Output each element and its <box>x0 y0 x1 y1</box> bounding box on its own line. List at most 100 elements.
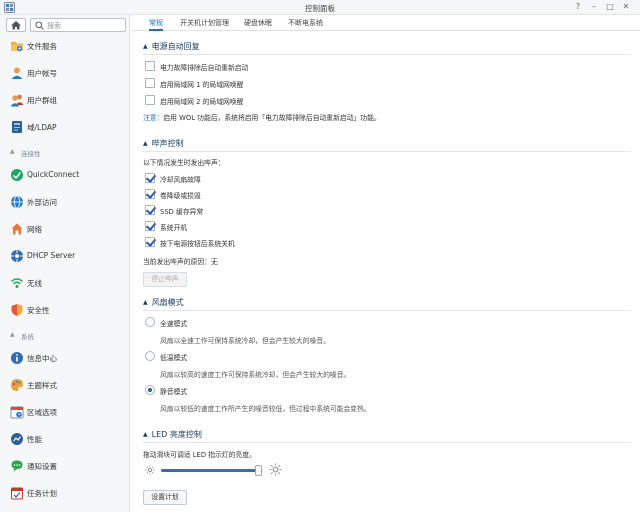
section-title: 电源自动回复 <box>151 42 200 51</box>
sidebar-item-performance[interactable]: 性能 <box>0 429 129 449</box>
beep-ssd-cache-checkbox[interactable] <box>145 205 155 215</box>
sidebar-item-label: DHCP Server <box>27 251 76 260</box>
sidebar-item-theme[interactable]: 主题样式 <box>0 375 129 395</box>
set-schedule-button[interactable]: 设置计划 <box>143 490 187 505</box>
sidebar-item-file-services[interactable]: 文件服务 <box>0 36 129 56</box>
option-label: 启用局域网 2 的局域网唤醒 <box>160 98 244 106</box>
sidebar-item-network[interactable]: 网络 <box>0 219 129 239</box>
wol-lan2-checkbox[interactable] <box>145 95 155 105</box>
sidebar-item-label: 主题样式 <box>27 381 57 390</box>
minimize-icon[interactable]: – <box>588 1 600 13</box>
sidebar-item-dhcp-server[interactable]: DHCP Server <box>0 246 129 266</box>
option-label: SSD 缓存异常 <box>160 208 204 216</box>
slider-thumb[interactable] <box>255 465 263 476</box>
auto-restart-checkbox[interactable] <box>145 61 155 71</box>
sidebar-item-security[interactable]: 安全性 <box>0 300 129 320</box>
search-icon <box>35 21 44 30</box>
sidebar-item-label: 性能 <box>27 435 42 444</box>
sidebar-section-system[interactable]: ▲ 系统 <box>0 329 129 341</box>
wol-lan1-checkbox[interactable] <box>145 78 155 88</box>
sidebar-item-regional-options[interactable]: 区域选项 <box>0 402 129 422</box>
beep-fan-failure-checkbox[interactable] <box>145 173 155 183</box>
sidebar-item-label: 用户群组 <box>27 96 57 105</box>
brightness-high-icon <box>269 463 282 476</box>
external-access-icon <box>11 195 23 209</box>
info-center-icon <box>11 352 23 364</box>
search-field[interactable] <box>30 18 126 32</box>
sidebar-item-notification[interactable]: 通知设置 <box>0 456 129 476</box>
tab-power-schedule[interactable]: 开关机计划管理 <box>180 18 229 31</box>
quickconnect-icon <box>11 169 23 181</box>
folder-share-icon <box>11 42 23 52</box>
sidebar-item-label: 安全性 <box>27 306 50 315</box>
window-title: 控制面板 <box>305 4 335 13</box>
home-icon <box>11 21 21 30</box>
sidebar-item-label: 通知设置 <box>27 462 57 471</box>
task-scheduler-icon <box>11 487 23 500</box>
option-label: 冷却风扇故障 <box>160 176 201 184</box>
sidebar-item-label: 外部访问 <box>27 198 57 207</box>
wireless-icon <box>10 278 24 288</box>
chevron-up-icon: ▲ <box>143 140 148 147</box>
section-beep-control-header[interactable]: ▲ 哔声控制 <box>143 138 184 149</box>
section-fan-mode-header[interactable]: ▲ 风扇模式 <box>143 297 184 308</box>
theme-palette-icon <box>11 379 23 391</box>
led-description: 拖动滑块可调适 LED 指示灯的亮度。 <box>143 451 256 459</box>
tab-hdd-hibernation[interactable]: 硬盘休眠 <box>244 18 272 31</box>
sidebar-item-domain-ldap[interactable]: 域/LDAP <box>0 117 129 137</box>
sidebar-item-user-groups[interactable]: 用户群组 <box>0 90 129 110</box>
tab-general[interactable]: 常规 <box>149 18 163 31</box>
note-text: 启用 WOL 功能后，系统将启用「电力故障排除后自动重新启动」功能。 <box>163 114 381 122</box>
option-label: 启用局域网 1 的局域网唤醒 <box>160 81 244 89</box>
help-icon[interactable]: ? <box>572 1 584 13</box>
fan-quiet-mode-radio[interactable] <box>145 385 155 395</box>
section-title: 风扇模式 <box>151 298 184 307</box>
section-divider <box>143 54 631 55</box>
sidebar-item-label: 网络 <box>27 225 42 234</box>
tab-ups[interactable]: 不断电系统 <box>288 18 323 31</box>
option-description: 风扇以全速工作可保持系统冷却，但会产生较大的噪音。 <box>160 337 330 345</box>
main-panel: ▲ 电源自动回复 电力故障排除后自动重新启动 启用局域网 1 的局域网唤醒 启用局… <box>131 31 640 512</box>
home-button[interactable] <box>6 18 26 32</box>
maximize-icon[interactable]: □ <box>604 1 616 13</box>
led-brightness-slider[interactable] <box>161 465 263 476</box>
section-title: 哔声控制 <box>151 139 184 148</box>
close-icon[interactable]: ✕ <box>620 1 632 13</box>
sidebar-section-connectivity[interactable]: ▲ 连接性 <box>0 146 129 158</box>
notification-icon <box>11 460 23 472</box>
fan-full-speed-radio[interactable] <box>145 317 155 327</box>
sidebar-section-label: 连接性 <box>21 150 41 158</box>
section-power-recovery-header[interactable]: ▲ 电源自动回复 <box>143 41 200 52</box>
chevron-up-icon: ▲ <box>143 299 148 306</box>
beep-volume-degraded-checkbox[interactable] <box>145 189 155 199</box>
note-label: 注意： <box>143 114 164 122</box>
sidebar-item-quickconnect[interactable]: QuickConnect <box>0 165 129 185</box>
sidebar-item-label: QuickConnect <box>27 170 80 179</box>
section-title: LED 亮度控制 <box>151 430 202 439</box>
sidebar-item-task-scheduler[interactable]: 任务计划 <box>0 483 129 503</box>
power-recovery-note: 注意：启用 WOL 功能后，系统将启用「电力故障排除后自动重新启动」功能。 <box>143 112 381 122</box>
option-label: 卷降级或损毁 <box>160 192 201 200</box>
fan-cool-mode-radio[interactable] <box>145 351 155 361</box>
sidebar-item-label: 用户帐号 <box>27 69 57 78</box>
stop-beep-button[interactable]: 停止哔声 <box>143 272 187 287</box>
option-label: 系统开机 <box>160 224 188 232</box>
beep-power-button-shutdown-checkbox[interactable] <box>145 237 155 247</box>
option-label: 按下电源按钮后系统关机 <box>160 240 235 248</box>
sidebar-item-info-center[interactable]: 信息中心 <box>0 348 129 368</box>
beep-intro: 以下情况发生时发出哔声： <box>143 159 225 167</box>
tab-bar: 常规 开关机计划管理 硬盘休眠 不断电系统 <box>131 15 640 31</box>
beep-system-boot-checkbox[interactable] <box>145 221 155 231</box>
option-label: 静音模式 <box>160 388 188 396</box>
sidebar-item-label: 任务计划 <box>27 489 57 498</box>
sidebar-item-label: 域/LDAP <box>27 123 57 132</box>
section-led-brightness-header[interactable]: ▲ LED 亮度控制 <box>143 429 202 440</box>
sidebar-item-user-accounts[interactable]: 用户帐号 <box>0 63 129 83</box>
sidebar-item-external-access[interactable]: 外部访问 <box>0 192 129 212</box>
sidebar-item-label: 无线 <box>27 279 42 288</box>
search-input[interactable] <box>47 20 123 31</box>
beep-reason-value: 无 <box>210 258 218 266</box>
sidebar-item-wireless[interactable]: 无线 <box>0 273 129 293</box>
domain-ldap-icon <box>12 121 22 133</box>
network-icon <box>11 223 23 235</box>
